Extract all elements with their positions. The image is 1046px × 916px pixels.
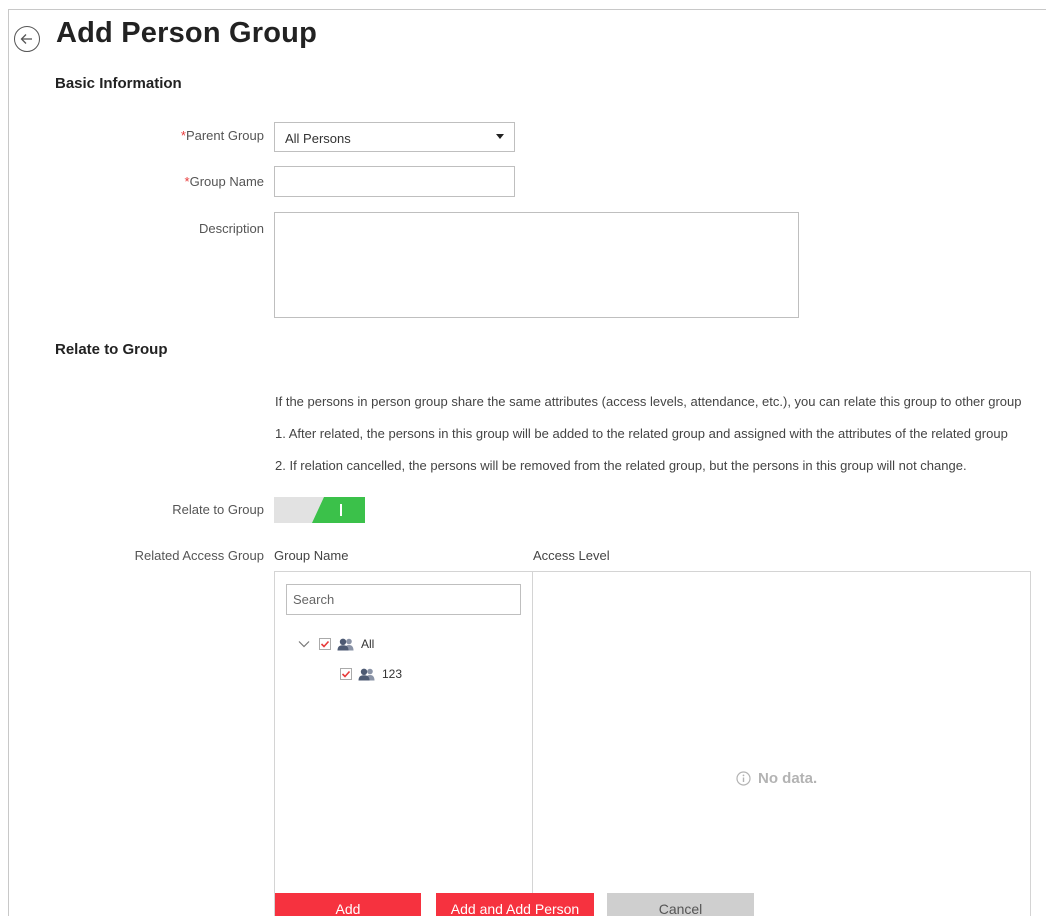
back-button[interactable] (14, 26, 40, 52)
group-search-input[interactable] (286, 584, 521, 615)
group-name-column-header: Group Name (274, 548, 349, 563)
access-level-column-header: Access Level (533, 548, 610, 563)
page-frame-top-border (8, 9, 1046, 10)
related-access-group-label: Related Access Group (134, 548, 264, 563)
no-data-message: No data. (736, 770, 817, 787)
group-tree-panel (274, 571, 533, 916)
chevron-down-icon[interactable] (298, 638, 310, 650)
basic-information-title: Basic Information (55, 75, 182, 92)
no-data-text: No data. (758, 770, 818, 787)
relate-to-group-toggle-label: Relate to Group (172, 502, 264, 517)
relate-to-group-title: Relate to Group (55, 341, 168, 358)
relate-info-note-1: 1. After related, the persons in this gr… (275, 426, 1008, 441)
tree-node-all-label: All (361, 637, 375, 651)
relate-info-text: If the persons in person group share the… (275, 394, 1022, 409)
tree-node-123-label: 123 (382, 667, 403, 681)
back-arrow-icon (20, 34, 32, 44)
toggle-on-indicator (312, 497, 365, 523)
tree-node-123[interactable]: 123 (340, 667, 402, 681)
toggle-on-bar-icon (340, 504, 342, 516)
info-icon (736, 771, 751, 786)
checkmark-icon (341, 670, 351, 678)
tree-node-all-checkbox[interactable] (319, 638, 331, 650)
page-title: Add Person Group (56, 17, 317, 49)
group-name-label: *Group Name (185, 174, 264, 189)
parent-group-select[interactable]: All Persons (274, 122, 515, 152)
relate-to-group-toggle[interactable] (274, 497, 365, 523)
description-label: Description (198, 221, 264, 236)
relate-info-note-2: 2. If relation cancelled, the persons wi… (275, 458, 967, 473)
group-name-input[interactable] (274, 166, 515, 197)
page-frame-left-border (8, 9, 9, 916)
tree-node-all[interactable]: All (298, 637, 374, 651)
add-and-add-person-button[interactable]: Add and Add Person (436, 893, 594, 916)
group-icon (337, 638, 355, 651)
description-textarea[interactable] (274, 212, 799, 318)
checkmark-icon (320, 640, 330, 648)
group-name-label-text: Group Name (189, 174, 264, 189)
access-level-panel (532, 571, 1031, 916)
parent-group-label-text: Parent Group (185, 128, 264, 143)
add-button[interactable]: Add (275, 893, 421, 916)
caret-down-icon (496, 133, 504, 139)
parent-group-label: *Parent Group (181, 128, 264, 143)
tree-node-123-checkbox[interactable] (340, 668, 352, 680)
cancel-button[interactable]: Cancel (607, 893, 754, 916)
parent-group-value: All Persons (285, 130, 351, 146)
group-icon (358, 668, 376, 681)
